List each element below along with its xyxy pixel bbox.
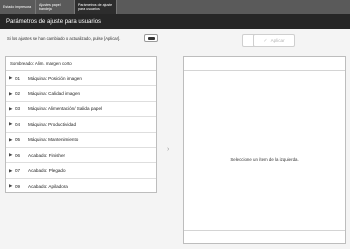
keyboard-button[interactable]: [144, 34, 158, 42]
list-item[interactable]: ▶ 05 Máquina: Mantenimiento: [6, 133, 156, 148]
list-item[interactable]: ▶ 09 Acabado: Apiladora: [6, 179, 156, 194]
settings-list: Sombreado: Alim. margen corto ▶ 01 Máqui…: [5, 56, 157, 193]
item-label: Acabado: Apiladora: [28, 183, 68, 189]
apply-label: Aplicar: [270, 38, 285, 43]
list-item[interactable]: ▶ 03 Máquina: Alimentación/ Salida papel: [6, 102, 156, 118]
tab-printer-status[interactable]: Estado impresora: [0, 0, 36, 14]
list-item[interactable]: ▶ 06 Acabado: Finisher: [6, 148, 156, 164]
page-title-bar: Parámetros de ajuste para usuarios: [0, 14, 350, 29]
tab-label: Estado impresora: [3, 5, 32, 9]
item-label: Acabado: Plegado: [28, 168, 66, 174]
chevron-right-icon: ›: [167, 146, 170, 153]
item-number: 02: [15, 91, 21, 97]
list-item[interactable]: ▶ 01 Máquina: Posición imagen: [6, 71, 156, 87]
detail-message: Seleccione un ítem de la izquierda.: [230, 157, 299, 162]
apply-button[interactable]: ✓ Aplicar: [253, 34, 295, 47]
item-number: 09: [15, 183, 21, 189]
keyboard-icon: [147, 36, 155, 40]
detail-header: [184, 57, 345, 71]
item-label: Máquina: Productividad: [28, 121, 77, 127]
page-title: Parámetros de ajuste para usuarios: [6, 18, 102, 25]
item-number: 03: [15, 106, 21, 112]
check-icon: ✓: [263, 37, 268, 44]
list-item[interactable]: ▶ 04 Máquina: Productividad: [6, 117, 156, 133]
item-label: Acabado: Finisher: [28, 152, 66, 158]
list-item[interactable]: ▶ 02 Máquina: Calidad imagen: [6, 86, 156, 102]
detail-panel: Seleccione un ítem de la izquierda.: [183, 56, 346, 244]
instruction-text: Si los ajustes se han cambiado o actuali…: [7, 36, 121, 41]
item-number: 05: [15, 137, 21, 143]
item-label: Máquina: Posición imagen: [28, 75, 82, 81]
item-label: Máquina: Calidad imagen: [28, 91, 81, 97]
item-label: Máquina: Mantenimiento: [28, 137, 79, 143]
shading-label: Sombreado: Alim. margen corto: [10, 61, 72, 66]
item-number: 01: [15, 75, 21, 81]
list-item[interactable]: ▶ 07 Acabado: Plegado: [6, 163, 156, 179]
tab-label: Ajustes papel bandeja: [39, 3, 61, 11]
item-number: 06: [15, 152, 21, 158]
item-number: 07: [15, 168, 21, 174]
tab-tray-paper-settings[interactable]: Ajustes papel bandeja: [36, 0, 75, 14]
item-label: Máquina: Alimentación/ Salida papel: [28, 106, 103, 112]
tab-user-adjustment-params[interactable]: Parámetros de ajuste para usuarios: [75, 0, 117, 14]
tab-label: Parámetros de ajuste para usuarios: [78, 3, 113, 11]
divider: [184, 230, 345, 231]
top-tabs: Estado impresora Ajustes papel bandeja P…: [0, 0, 350, 14]
shading-row: Sombreado: Alim. margen corto: [6, 57, 156, 71]
item-number: 04: [15, 121, 21, 127]
